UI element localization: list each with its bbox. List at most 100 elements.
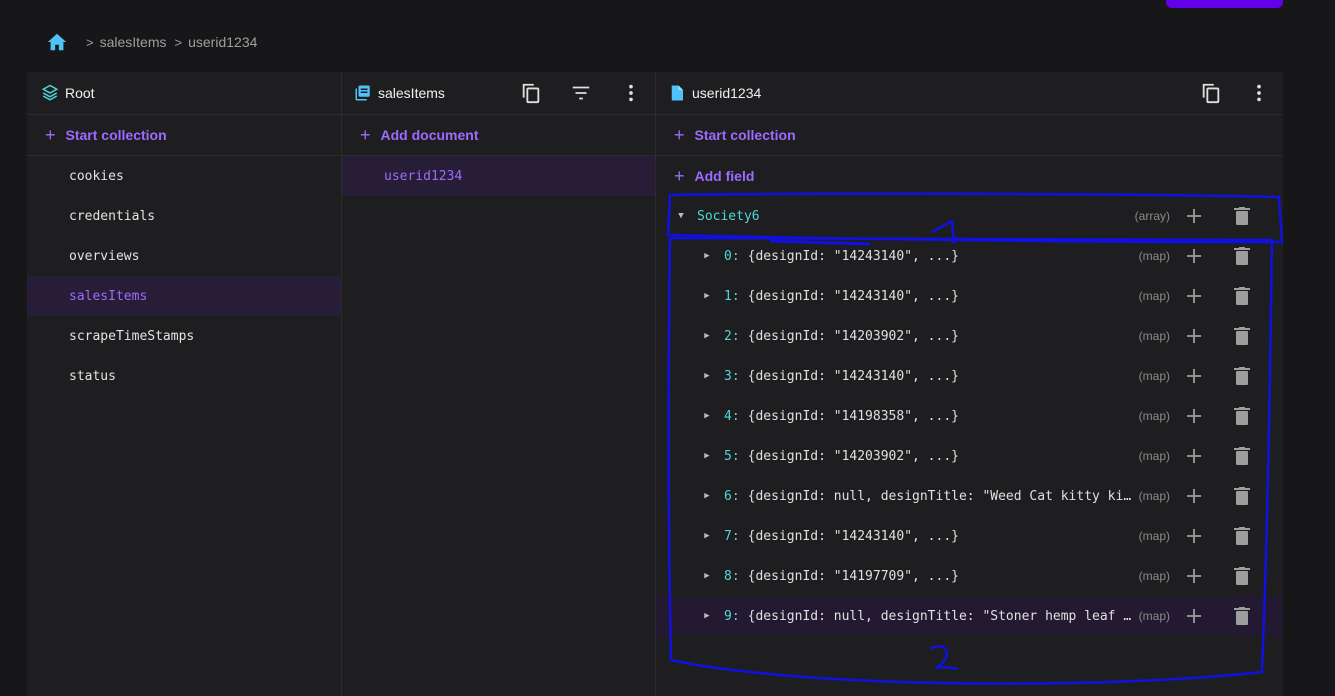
entry-type: (map) bbox=[1138, 609, 1170, 623]
entry-type: (map) bbox=[1138, 289, 1170, 303]
array-entry-row[interactable]: ▶ 0: {designId: "14243140", ...} (map) bbox=[656, 236, 1283, 276]
collection-icon bbox=[355, 85, 370, 101]
array-entry-row[interactable]: ▶ 8: {designId: "14197709", ...} (map) bbox=[656, 556, 1283, 596]
entry-type: (map) bbox=[1138, 369, 1170, 383]
caret-down-icon[interactable]: ▼ bbox=[676, 211, 686, 221]
delete-icon[interactable] bbox=[1233, 567, 1251, 585]
start-collection-button[interactable]: + Start collection bbox=[656, 115, 1283, 156]
caret-right-icon[interactable]: ▶ bbox=[702, 291, 712, 301]
field-row-array[interactable]: ▼ Society6 (array) bbox=[656, 196, 1283, 236]
entry-index: 8: bbox=[724, 568, 740, 584]
breadcrumb-item-document[interactable]: userid1234 bbox=[188, 34, 257, 50]
root-panel-title: Root bbox=[65, 85, 95, 101]
array-entry-row[interactable]: ▶ 3: {designId: "14243140", ...} (map) bbox=[656, 356, 1283, 396]
filter-icon[interactable] bbox=[569, 81, 593, 105]
root-panel: Root + Start collection cookies credenti… bbox=[27, 72, 342, 696]
add-icon[interactable] bbox=[1185, 287, 1203, 305]
delete-icon[interactable] bbox=[1233, 207, 1251, 225]
document-item-selected[interactable]: userid1234 bbox=[342, 156, 655, 196]
entry-value: {designId: "14243140", ...} bbox=[747, 288, 959, 304]
document-icon bbox=[671, 85, 683, 101]
array-entry-row[interactable]: ▶ 5: {designId: "14203902", ...} (map) bbox=[656, 436, 1283, 476]
plus-icon: + bbox=[360, 125, 371, 145]
entry-index: 5: bbox=[724, 448, 740, 464]
data-viewer: Root + Start collection cookies credenti… bbox=[27, 72, 1283, 696]
add-icon[interactable] bbox=[1185, 567, 1203, 585]
home-icon[interactable] bbox=[46, 31, 68, 53]
collection-item[interactable]: cookies bbox=[27, 156, 341, 196]
caret-right-icon[interactable]: ▶ bbox=[702, 571, 712, 581]
add-icon[interactable] bbox=[1185, 447, 1203, 465]
collection-item[interactable]: credentials bbox=[27, 196, 341, 236]
add-icon[interactable] bbox=[1185, 367, 1203, 385]
caret-right-icon[interactable]: ▶ bbox=[702, 411, 712, 421]
delete-icon[interactable] bbox=[1233, 407, 1251, 425]
collection-item[interactable]: overviews bbox=[27, 236, 341, 276]
plus-icon: + bbox=[674, 125, 685, 145]
entry-value: {designId: "14203902", ...} bbox=[747, 448, 959, 464]
chevron-right-icon: > bbox=[86, 34, 94, 50]
start-collection-button[interactable]: + Start collection bbox=[27, 115, 341, 156]
breadcrumb-item-collection[interactable]: salesItems bbox=[100, 34, 167, 50]
caret-right-icon[interactable]: ▶ bbox=[702, 611, 712, 621]
add-icon[interactable] bbox=[1185, 247, 1203, 265]
add-document-button[interactable]: + Add document bbox=[342, 115, 655, 156]
collection-item[interactable]: scrapeTimeStamps bbox=[27, 316, 341, 356]
delete-icon[interactable] bbox=[1233, 607, 1251, 625]
delete-icon[interactable] bbox=[1233, 487, 1251, 505]
more-vert-icon[interactable] bbox=[1247, 81, 1271, 105]
collection-item-selected[interactable]: salesItems bbox=[27, 276, 341, 316]
more-vert-icon[interactable] bbox=[619, 81, 643, 105]
caret-right-icon[interactable]: ▶ bbox=[702, 531, 712, 541]
array-entry-row[interactable]: ▶ 9: {designId: null, designTitle: "Stoner… bbox=[656, 596, 1283, 636]
copy-icon[interactable] bbox=[1199, 81, 1223, 105]
add-field-label: Add field bbox=[694, 168, 755, 184]
entry-value: {designId: "14243140", ...} bbox=[747, 528, 959, 544]
top-action-button[interactable] bbox=[1166, 0, 1283, 8]
collection-panel: salesItems + Add document userid1234 bbox=[342, 72, 656, 696]
entry-type: (map) bbox=[1138, 529, 1170, 543]
chevron-right-icon: > bbox=[174, 34, 183, 50]
add-icon[interactable] bbox=[1185, 527, 1203, 545]
collection-item[interactable]: status bbox=[27, 356, 341, 396]
start-collection-label: Start collection bbox=[694, 127, 796, 143]
entry-index: 6: bbox=[724, 488, 740, 504]
entry-value: {designId: "14197709", ...} bbox=[747, 568, 959, 584]
delete-icon[interactable] bbox=[1233, 527, 1251, 545]
entry-type: (map) bbox=[1138, 249, 1170, 263]
delete-icon[interactable] bbox=[1233, 367, 1251, 385]
caret-right-icon[interactable]: ▶ bbox=[702, 371, 712, 381]
plus-icon: + bbox=[674, 166, 685, 186]
delete-icon[interactable] bbox=[1233, 447, 1251, 465]
caret-right-icon[interactable]: ▶ bbox=[702, 451, 712, 461]
array-entry-row[interactable]: ▶ 1: {designId: "14243140", ...} (map) bbox=[656, 276, 1283, 316]
delete-icon[interactable] bbox=[1233, 327, 1251, 345]
caret-right-icon[interactable]: ▶ bbox=[702, 331, 712, 341]
entry-type: (map) bbox=[1138, 449, 1170, 463]
entry-value: {designId: null, designTitle: "Weed Cat … bbox=[747, 488, 1132, 504]
collection-panel-title: salesItems bbox=[378, 85, 445, 101]
array-entry-row[interactable]: ▶ 7: {designId: "14243140", ...} (map) bbox=[656, 516, 1283, 556]
field-type: (array) bbox=[1134, 209, 1170, 223]
array-entry-row[interactable]: ▶ 6: {designId: null, designTitle: "Weed C… bbox=[656, 476, 1283, 516]
copy-icon[interactable] bbox=[519, 81, 543, 105]
add-field-button[interactable]: + Add field bbox=[656, 156, 1283, 196]
caret-right-icon[interactable]: ▶ bbox=[702, 251, 712, 261]
add-icon[interactable] bbox=[1185, 407, 1203, 425]
collection-panel-header: salesItems bbox=[342, 72, 655, 115]
add-icon[interactable] bbox=[1185, 487, 1203, 505]
add-icon[interactable] bbox=[1185, 607, 1203, 625]
entry-index: 1: bbox=[724, 288, 740, 304]
add-entry-icon[interactable] bbox=[1185, 207, 1203, 225]
entry-type: (map) bbox=[1138, 489, 1170, 503]
caret-right-icon[interactable]: ▶ bbox=[702, 491, 712, 501]
entry-index: 0: bbox=[724, 248, 740, 264]
add-icon[interactable] bbox=[1185, 327, 1203, 345]
add-document-label: Add document bbox=[380, 127, 479, 143]
array-entry-row[interactable]: ▶ 4: {designId: "14198358", ...} (map) bbox=[656, 396, 1283, 436]
field-key: Society6 bbox=[697, 208, 760, 224]
delete-icon[interactable] bbox=[1233, 247, 1251, 265]
root-panel-header: Root bbox=[27, 72, 341, 115]
delete-icon[interactable] bbox=[1233, 287, 1251, 305]
array-entry-row[interactable]: ▶ 2: {designId: "14203902", ...} (map) bbox=[656, 316, 1283, 356]
